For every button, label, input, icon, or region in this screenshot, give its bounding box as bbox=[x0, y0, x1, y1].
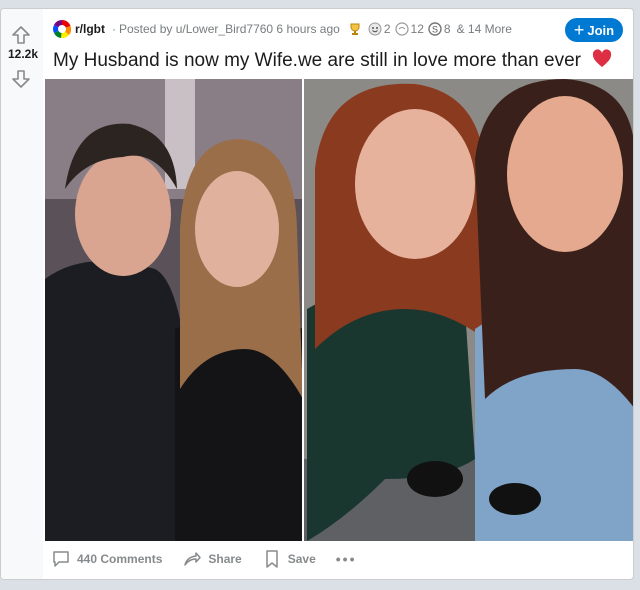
separator-dot: · bbox=[112, 22, 116, 36]
vote-column: 12.2k bbox=[1, 9, 43, 579]
more-options-label: ••• bbox=[335, 551, 357, 567]
vote-count: 12.2k bbox=[7, 47, 39, 61]
share-icon bbox=[184, 552, 202, 566]
more-awards-link[interactable]: & 14 More bbox=[457, 22, 512, 36]
post-title[interactable]: My Husband is now my Wife.we are still i… bbox=[53, 49, 613, 73]
share-button[interactable]: Share bbox=[182, 549, 242, 569]
plus-icon: + bbox=[573, 20, 585, 40]
share-label: Share bbox=[208, 552, 242, 566]
more-options-button[interactable]: ••• bbox=[336, 551, 357, 567]
save-button[interactable]: Save bbox=[262, 549, 316, 569]
award-count: 8 bbox=[443, 22, 451, 36]
posted-by[interactable]: Posted by u/Lower_Bird7760 6 hours ago bbox=[119, 22, 340, 36]
upvote-icon[interactable] bbox=[9, 23, 33, 47]
join-button[interactable]: + Join bbox=[565, 18, 623, 42]
silver-award-icon[interactable]: 12 bbox=[394, 22, 424, 36]
subreddit-icon[interactable] bbox=[53, 19, 72, 39]
award-count: 2 bbox=[383, 22, 391, 36]
helpful-award-icon[interactable]: S 8 bbox=[428, 22, 451, 36]
wholesome-award-icon[interactable]: 2 bbox=[368, 22, 391, 36]
comments-button[interactable]: 440 Comments bbox=[51, 549, 162, 569]
award-count: 12 bbox=[410, 22, 424, 36]
bookmark-icon bbox=[265, 550, 278, 568]
post-card[interactable]: 12.2k r/lgbt · Posted by u/Lower_Bird776… bbox=[0, 8, 634, 580]
downvote-icon[interactable] bbox=[9, 67, 33, 91]
comments-label: 440 Comments bbox=[77, 552, 163, 566]
svg-text:S: S bbox=[432, 25, 438, 35]
post-actions: 440 Comments Share Save ••• bbox=[51, 543, 376, 575]
save-label: Save bbox=[287, 552, 316, 566]
comment-icon bbox=[53, 551, 69, 567]
post-title-text: My Husband is now my Wife.we are still i… bbox=[53, 50, 581, 71]
post-meta: r/lgbt · Posted by u/Lower_Bird7760 6 ho… bbox=[53, 19, 513, 39]
subreddit-link[interactable]: r/lgbt bbox=[75, 22, 105, 36]
trophy-award-icon[interactable] bbox=[348, 22, 364, 36]
heart-emoji-icon bbox=[593, 49, 612, 67]
post-image[interactable] bbox=[45, 79, 633, 541]
join-label: Join bbox=[587, 22, 615, 38]
post-photo bbox=[45, 79, 633, 541]
